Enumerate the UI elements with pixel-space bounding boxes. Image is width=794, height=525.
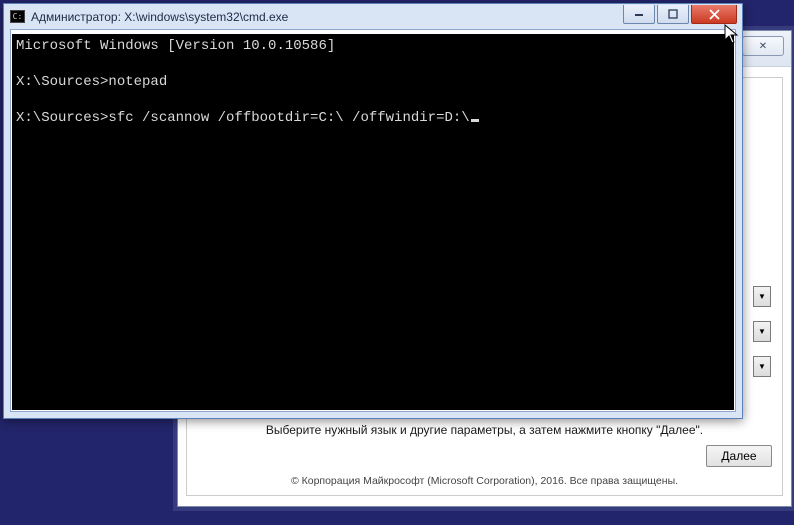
time-format-dropdown-button[interactable]: ▼ <box>753 321 771 342</box>
setup-instruction-text: Выберите нужный язык и другие параметры,… <box>187 423 782 437</box>
console-line: Microsoft Windows [Version 10.0.10586] <box>16 38 335 54</box>
close-icon <box>709 9 720 20</box>
cmd-title: Администратор: X:\windows\system32\cmd.e… <box>31 10 288 24</box>
console-line: X:\Sources>notepad <box>16 74 167 90</box>
maximize-button[interactable] <box>657 5 689 24</box>
close-button[interactable] <box>691 5 737 24</box>
maximize-icon <box>668 9 678 19</box>
close-icon: ✕ <box>759 41 767 52</box>
console-line: X:\Sources>sfc /scannow /offbootdir=C:\ … <box>16 110 470 126</box>
text-cursor <box>471 119 479 122</box>
chevron-down-icon: ▼ <box>758 292 766 301</box>
cmd-window: C: Администратор: X:\windows\system32\cm… <box>3 3 743 419</box>
minimize-button[interactable] <box>623 5 655 24</box>
setup-close-button[interactable]: ✕ <box>742 36 784 56</box>
keyboard-dropdown-button[interactable]: ▼ <box>753 356 771 377</box>
chevron-down-icon: ▼ <box>758 327 766 336</box>
cmd-console[interactable]: Microsoft Windows [Version 10.0.10586] X… <box>12 34 734 410</box>
minimize-icon <box>634 9 644 19</box>
language-dropdown-button[interactable]: ▼ <box>753 286 771 307</box>
window-controls <box>623 4 737 24</box>
chevron-down-icon: ▼ <box>758 362 766 371</box>
next-button[interactable]: Далее <box>706 445 772 467</box>
cmd-icon: C: <box>10 10 25 23</box>
cmd-frame: Microsoft Windows [Version 10.0.10586] X… <box>10 29 736 412</box>
cmd-titlebar[interactable]: C: Администратор: X:\windows\system32\cm… <box>4 4 742 29</box>
setup-copyright: © Корпорация Майкрософт (Microsoft Corpo… <box>187 475 782 487</box>
